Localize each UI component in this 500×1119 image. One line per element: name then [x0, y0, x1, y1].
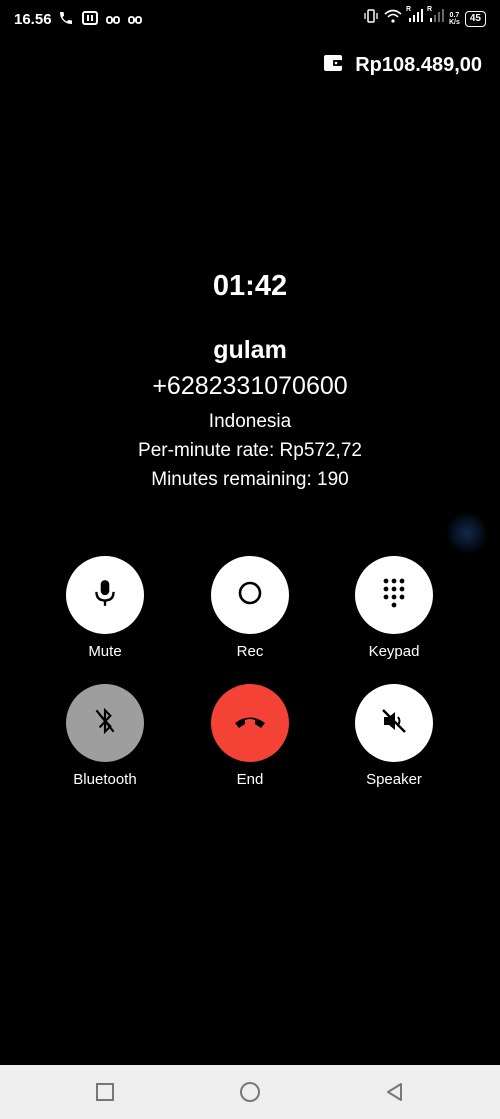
signal-icon: R — [426, 6, 444, 28]
caller-name: gulam — [213, 336, 287, 364]
home-icon[interactable] — [239, 1081, 261, 1103]
signal-icon: R — [405, 6, 423, 28]
keypad-label: Keypad — [368, 643, 420, 660]
network-speed: 0.7 K/s — [449, 12, 460, 26]
balance: Rp108.489,00 — [323, 54, 482, 77]
network-speed-value: 0.7 — [449, 11, 460, 19]
end-control[interactable]: End — [190, 684, 310, 788]
navigation-bar — [0, 1065, 500, 1119]
record-icon — [236, 579, 264, 612]
mute-control[interactable]: Mute — [45, 556, 165, 660]
end-label: End — [236, 771, 264, 788]
status-icons-right: R R 0.7 K/s 45 — [363, 6, 486, 28]
roaming-mark: R — [426, 6, 433, 13]
link-icon — [106, 12, 120, 30]
rec-control[interactable]: Rec — [190, 556, 310, 660]
battery-indicator: 45 — [464, 10, 486, 27]
rec-button[interactable] — [211, 556, 289, 634]
wifi-icon — [384, 9, 402, 28]
back-icon[interactable] — [384, 1081, 406, 1103]
caller-number: +6282331070600 — [152, 372, 348, 400]
bluetooth-label: Bluetooth — [73, 771, 137, 788]
network-speed-unit: K/s — [448, 18, 460, 26]
bluetooth-control[interactable]: Bluetooth — [45, 684, 165, 788]
mute-button[interactable] — [66, 556, 144, 634]
speaker-muted-icon — [380, 707, 408, 740]
balance-amount: Rp108.489,00 — [355, 54, 482, 76]
caller-country: Indonesia — [208, 411, 292, 432]
status-bar: 16.56 R R 0.7 K/s 45 — [0, 0, 500, 40]
wallet-icon — [323, 54, 343, 77]
dialpad-icon — [381, 577, 407, 614]
bluetooth-button[interactable] — [66, 684, 144, 762]
microphone-icon — [92, 578, 118, 613]
app-icon — [82, 10, 98, 31]
hang-up-icon — [232, 711, 268, 736]
status-time: 16.56 — [14, 11, 52, 28]
speaker-button[interactable] — [355, 684, 433, 762]
floating-bubble[interactable] — [447, 513, 487, 553]
roaming-mark: R — [405, 6, 412, 13]
end-call-button[interactable] — [211, 684, 289, 762]
speaker-control[interactable]: Speaker — [334, 684, 454, 788]
rec-label: Rec — [236, 643, 264, 660]
per-minute-rate: Per-minute rate: Rp572,72 — [138, 440, 362, 461]
recent-apps-icon[interactable] — [94, 1081, 116, 1103]
call-timer: 01:42 — [212, 270, 288, 302]
bluetooth-disabled-icon — [92, 706, 118, 741]
speaker-label: Speaker — [366, 771, 422, 788]
keypad-button[interactable] — [355, 556, 433, 634]
keypad-control[interactable]: Keypad — [334, 556, 454, 660]
status-icons-left — [58, 10, 142, 31]
vibrate-icon — [363, 9, 379, 28]
mute-label: Mute — [88, 643, 122, 660]
minutes-remaining: Minutes remaining: 190 — [151, 469, 349, 490]
phone-icon — [58, 10, 74, 31]
link-icon — [128, 12, 142, 30]
